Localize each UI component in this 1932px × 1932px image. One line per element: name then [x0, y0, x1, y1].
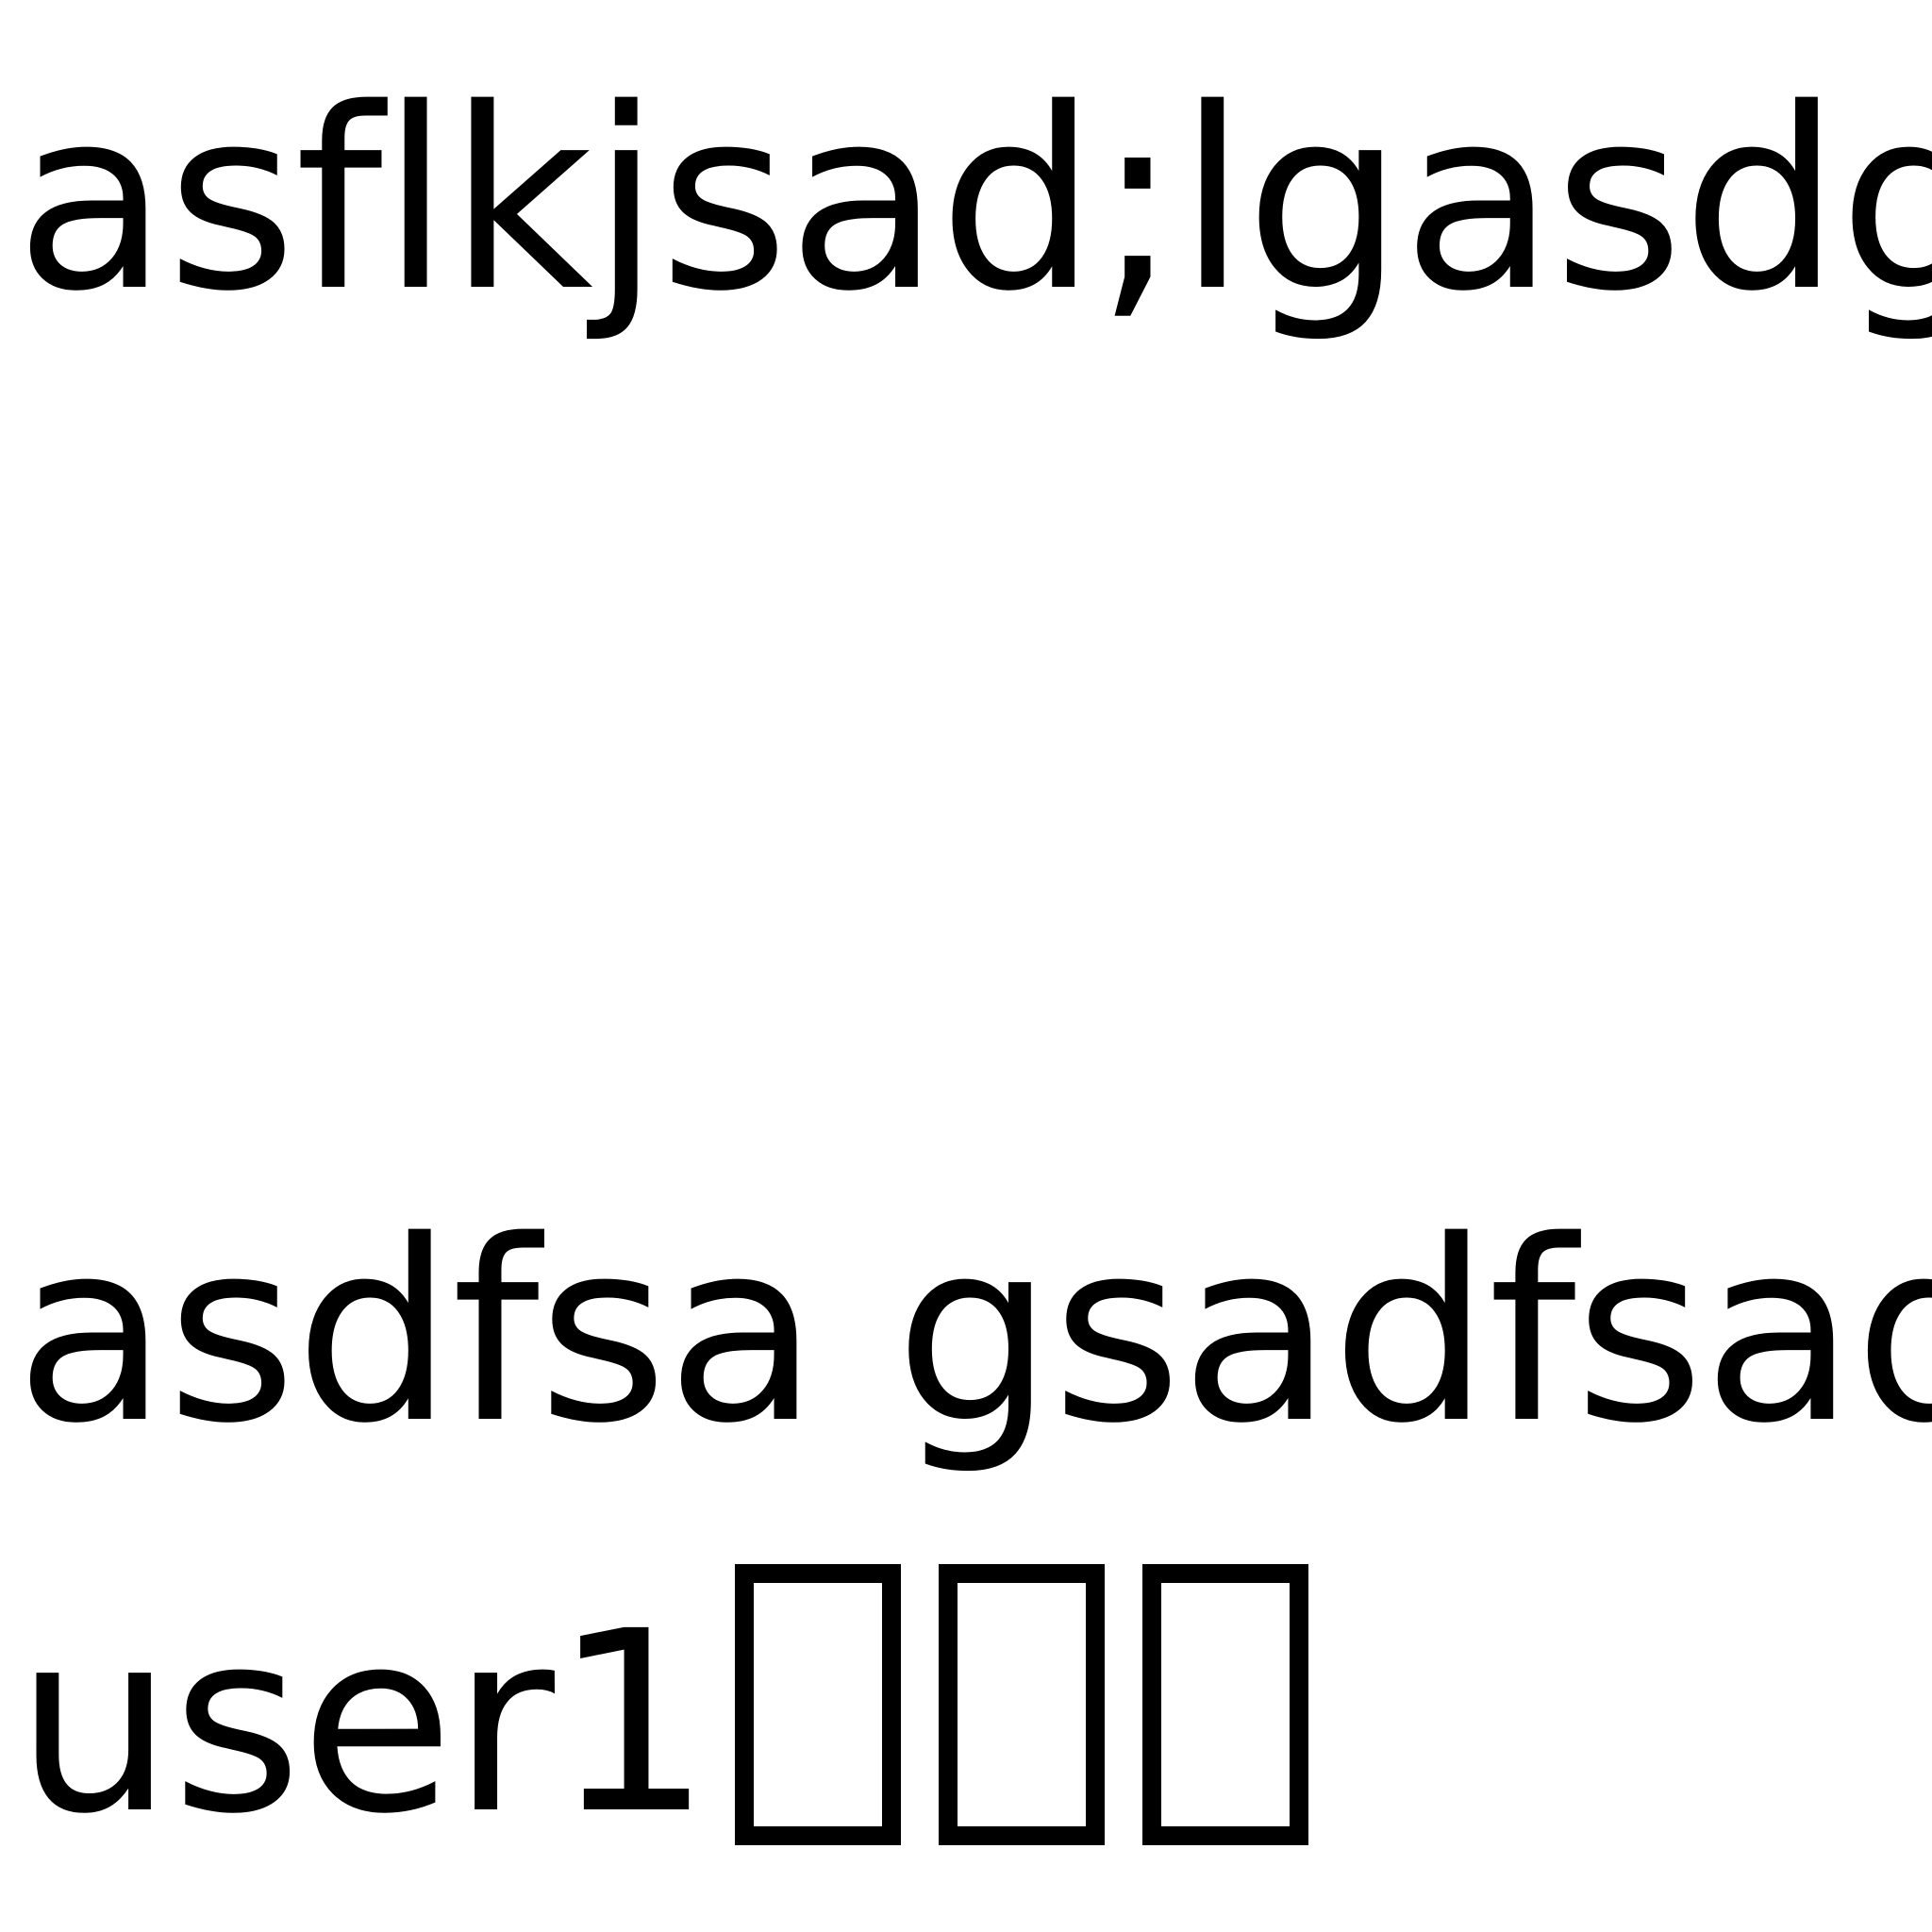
text-line-3: user1 [15, 1561, 1932, 1887]
text-line-1: asflkjsad;lgasdglkj [15, 56, 1932, 346]
missing-glyph-box [734, 1564, 901, 1845]
unrendered-glyphs [710, 1564, 1322, 1869]
missing-glyph-box [1141, 1564, 1308, 1845]
missing-glyph-box [938, 1564, 1105, 1845]
username-text: user1 [15, 1578, 712, 1869]
text-line-2: asdfsa gsadfsadf [15, 1188, 1932, 1478]
